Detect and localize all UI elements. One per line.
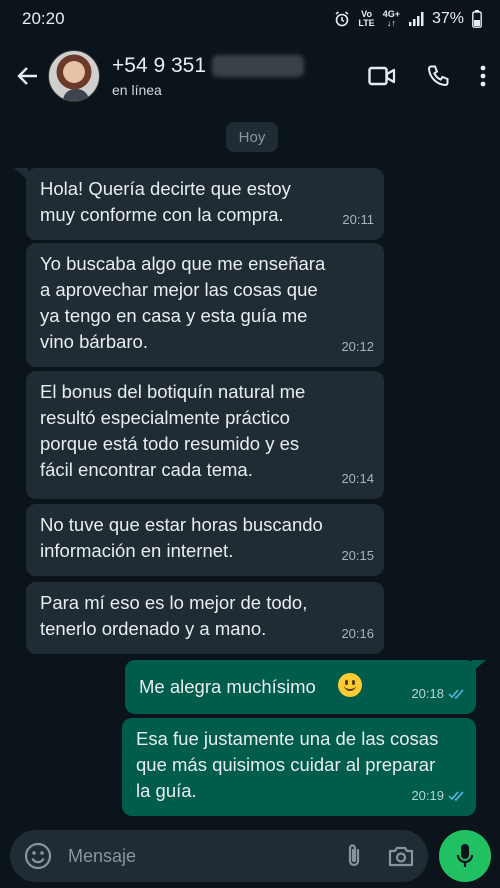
- incoming-message[interactable]: No tuve que estar horas buscando informa…: [26, 504, 384, 576]
- message-line: porque está todo resumido y es: [40, 433, 300, 454]
- message-line: información en internet.: [40, 540, 234, 561]
- message-line: resultó especialmente práctico: [40, 407, 290, 428]
- message-line: No tuve que estar horas buscando: [40, 514, 323, 535]
- date-divider: Hoy: [226, 122, 278, 152]
- message-line: vino bárbaro.: [40, 331, 148, 352]
- message-line: El bonus del botiquín natural me: [40, 381, 306, 402]
- microphone-icon: [456, 844, 474, 867]
- message-time: 20:19: [411, 783, 466, 809]
- redacted-number-part: [212, 55, 305, 77]
- smiling-face-emoji: [337, 673, 362, 697]
- incoming-message[interactable]: El bonus del botiquín natural me resultó…: [26, 371, 384, 499]
- double-check-read-icon: [448, 689, 464, 699]
- outgoing-message[interactable]: Esa fue justamente una de las cosas que …: [122, 718, 476, 816]
- phone-call-icon[interactable]: [426, 64, 450, 88]
- incoming-message[interactable]: Para mí eso es lo mejor de todo, tenerlo…: [26, 582, 384, 654]
- back-button[interactable]: [10, 56, 46, 96]
- outgoing-message[interactable]: Me alegra muchísimo 20:18: [125, 660, 476, 714]
- contact-name: +54 9 351: [112, 54, 368, 78]
- attach-icon[interactable]: [346, 843, 362, 869]
- message-line: Esa fue justamente una de las cosas: [136, 728, 439, 749]
- message-line: que más quisimos cuidar al preparar: [136, 754, 436, 775]
- message-line: ya tengo en casa y esta guía me: [40, 305, 308, 326]
- camera-icon[interactable]: [388, 845, 414, 867]
- message-line: a aprovechar mejor las cosas que: [40, 279, 318, 300]
- status-bar: 20:20 Vo LTE 4G+ ↓↑ 37%: [0, 0, 500, 38]
- contact-avatar[interactable]: [48, 50, 100, 102]
- message-time: 20:18: [411, 681, 466, 707]
- signal-icon: [408, 12, 424, 26]
- status-icons: Vo LTE 4G+ ↓↑ 37%: [334, 10, 482, 28]
- incoming-message[interactable]: Yo buscaba algo que me enseñara a aprove…: [26, 243, 384, 367]
- chat-header: +54 9 351 en línea: [0, 38, 500, 114]
- message-list[interactable]: Hoy Hola! Quería decirte que estoy muy c…: [0, 114, 500, 826]
- incoming-message[interactable]: Hola! Quería decirte que estoy muy confo…: [26, 168, 384, 240]
- contact-phone-number: +54 9 351: [112, 54, 207, 77]
- message-time: 20:11: [342, 212, 374, 227]
- message-time: 20:16: [341, 626, 374, 641]
- message-time: 20:15: [341, 548, 374, 563]
- alarm-icon: [335, 11, 349, 27]
- message-line: fácil encontrar cada tema.: [40, 459, 253, 480]
- more-options-icon[interactable]: [480, 65, 486, 87]
- volte-indicator: Vo LTE: [358, 9, 375, 28]
- message-input-container[interactable]: Mensaje: [10, 830, 428, 882]
- message-input[interactable]: Mensaje: [68, 846, 346, 867]
- message-time: 20:12: [341, 339, 374, 354]
- clock: 20:20: [22, 9, 65, 28]
- voice-message-button[interactable]: [439, 830, 491, 882]
- contact-status: en línea: [112, 82, 162, 98]
- message-line: tenerlo ordenado y a mano.: [40, 618, 267, 639]
- video-call-icon[interactable]: [368, 65, 396, 87]
- battery-icon: [472, 10, 482, 28]
- message-line: Hola! Quería decirte que estoy: [40, 178, 291, 199]
- message-line: Yo buscaba algo que me enseñara: [40, 253, 326, 274]
- compose-bar: Mensaje: [0, 826, 500, 888]
- contact-info[interactable]: +54 9 351 en línea: [112, 54, 368, 98]
- message-line: Para mí eso es lo mejor de todo,: [40, 592, 308, 613]
- double-check-read-icon: [448, 791, 464, 801]
- emoji-icon[interactable]: [24, 842, 52, 870]
- network-type-indicator: 4G+ ↓↑: [382, 9, 400, 28]
- battery-percent: 37%: [431, 10, 464, 27]
- message-time: 20:14: [341, 471, 374, 486]
- arrow-left-icon: [17, 67, 37, 85]
- message-line: muy conforme con la compra.: [40, 204, 284, 225]
